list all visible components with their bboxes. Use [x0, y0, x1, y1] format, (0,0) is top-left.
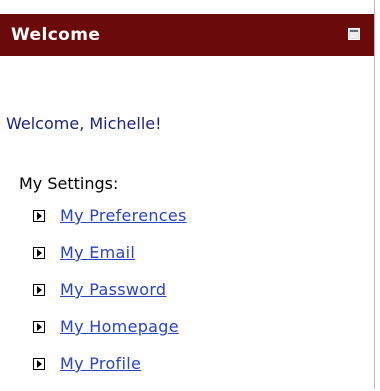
minimize-icon[interactable]	[348, 28, 360, 40]
list-item: My Preferences	[33, 206, 187, 243]
welcome-message: Welcome, Michelle!	[6, 114, 162, 133]
my-homepage-link[interactable]: My Homepage	[60, 317, 179, 337]
arrow-box-icon	[33, 247, 45, 259]
my-preferences-link[interactable]: My Preferences	[60, 206, 187, 226]
settings-label: My Settings:	[19, 174, 119, 193]
panel-title: Welcome	[11, 25, 101, 45]
list-item: My Password	[33, 280, 187, 317]
my-email-link[interactable]: My Email	[60, 243, 135, 263]
settings-list: My Preferences My Email My Password My H…	[33, 206, 187, 391]
my-profile-link[interactable]: My Profile	[60, 354, 141, 374]
arrow-box-icon	[33, 210, 45, 222]
welcome-panel: Welcome Welcome, Michelle! My Settings: …	[0, 0, 375, 389]
my-password-link[interactable]: My Password	[60, 280, 166, 300]
list-item: My Profile	[33, 354, 187, 391]
arrow-box-icon	[33, 358, 45, 370]
arrow-box-icon	[33, 321, 45, 333]
arrow-box-icon	[33, 284, 45, 296]
panel-header: Welcome	[0, 14, 374, 56]
list-item: My Email	[33, 243, 187, 280]
list-item: My Homepage	[33, 317, 187, 354]
